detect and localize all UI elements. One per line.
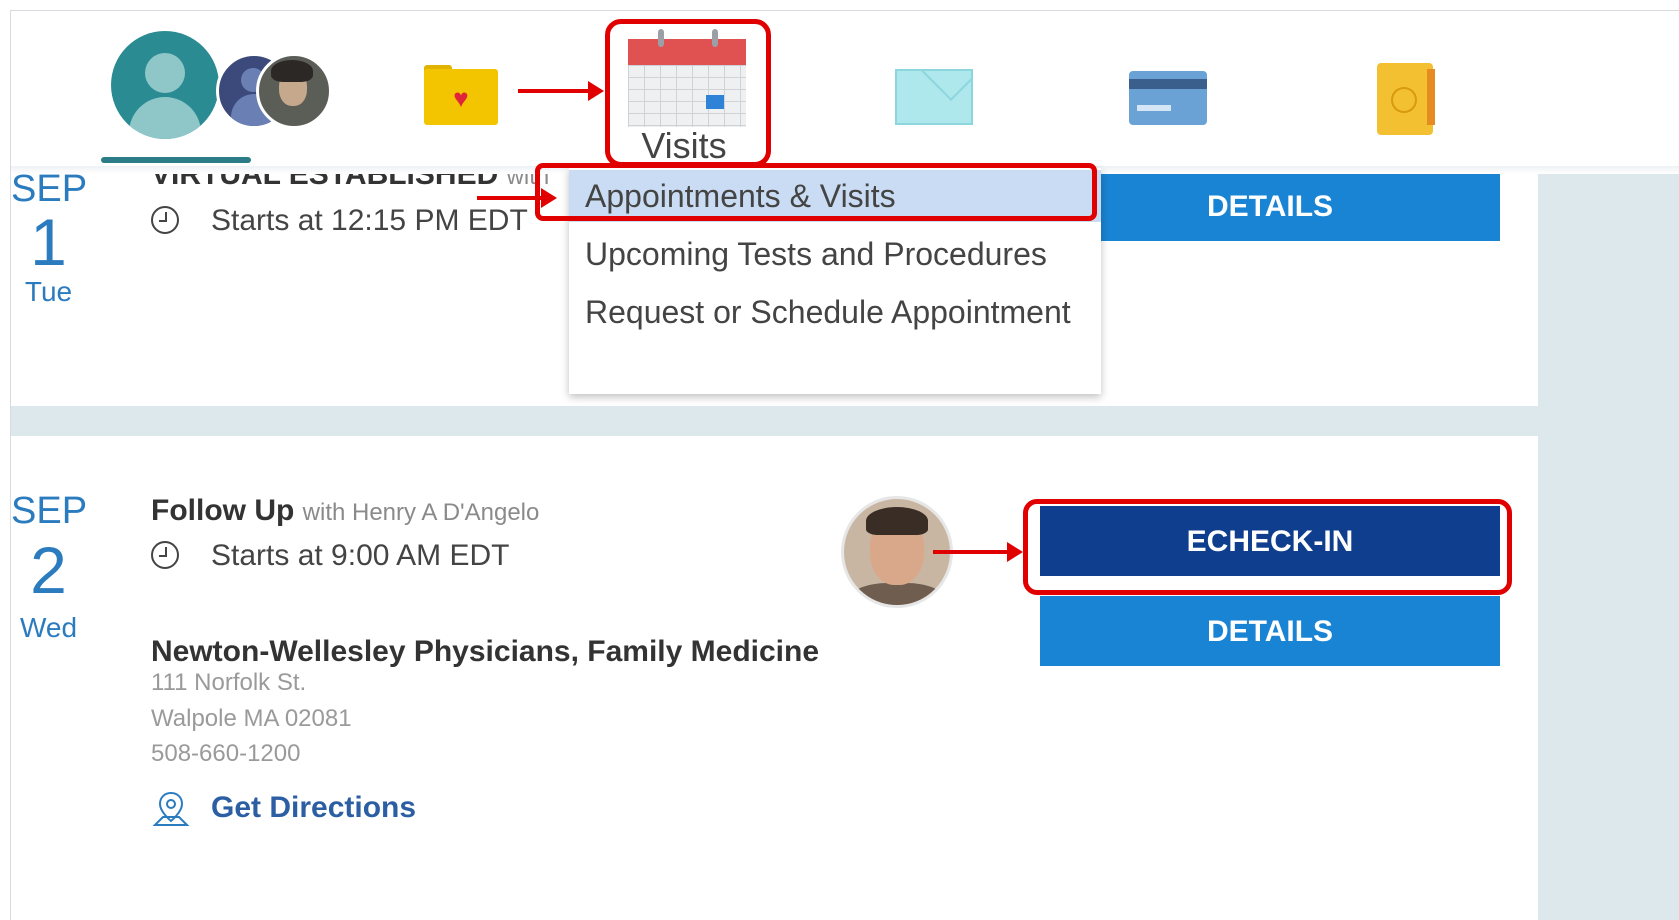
clock-icon bbox=[151, 541, 179, 569]
billing-card-icon[interactable] bbox=[1129, 71, 1207, 125]
appointment-provider: with Henry A D'Angelo bbox=[302, 499, 540, 526]
appointment-month: SEP bbox=[11, 490, 88, 532]
appointment-start-time: Starts at 12:15 PM EDT bbox=[211, 204, 528, 237]
appointment-weekday: Wed bbox=[19, 612, 78, 643]
patient-avatar-icon[interactable] bbox=[111, 31, 219, 139]
appointment-title: Follow Up with Henry A D'Angelo bbox=[151, 493, 539, 531]
location-address-line1: 111 Norfolk St. bbox=[151, 669, 307, 696]
menu-item-upcoming-tests[interactable]: Upcoming Tests and Procedures bbox=[569, 228, 1101, 280]
annotation-arrow bbox=[477, 188, 557, 208]
proxy-photo-avatar[interactable] bbox=[256, 53, 332, 129]
appointment-start-time: Starts at 9:00 AM EDT bbox=[211, 539, 510, 572]
active-tab-indicator bbox=[101, 157, 251, 163]
location-phone: 508-660-1200 bbox=[151, 740, 301, 767]
clock-icon bbox=[151, 206, 179, 234]
details-button[interactable]: DETAILS bbox=[1040, 171, 1500, 241]
annotation-arrow bbox=[518, 81, 604, 101]
app-frame: SEP 1 Tue VIRTUAL ESTABLISHED with Start… bbox=[10, 10, 1679, 920]
map-pin-icon[interactable] bbox=[151, 789, 191, 829]
appointment-weekday: Tue bbox=[24, 276, 73, 307]
echeck-highlight-box bbox=[1023, 499, 1512, 595]
menu-highlight-box bbox=[535, 163, 1097, 221]
location-address-line2: Walpole MA 02081 bbox=[151, 705, 352, 732]
appointment-day: 2 bbox=[30, 533, 67, 607]
menu-item-request-appointment[interactable]: Request or Schedule Appointment bbox=[569, 286, 1101, 338]
appointment-month: SEP bbox=[11, 168, 88, 210]
top-nav: ♥ Visits bbox=[11, 11, 1679, 167]
appointment-day: 1 bbox=[30, 205, 67, 279]
appointment-type: Follow Up bbox=[151, 494, 295, 527]
annotation-arrow bbox=[933, 542, 1023, 562]
visits-highlight-box bbox=[605, 19, 771, 167]
resources-book-icon[interactable] bbox=[1377, 63, 1435, 135]
details-button[interactable]: DETAILS bbox=[1040, 596, 1500, 666]
messages-icon[interactable] bbox=[895, 69, 973, 125]
location-name: Newton-Wellesley Physicians, Family Medi… bbox=[151, 635, 820, 668]
health-folder-icon[interactable]: ♥ bbox=[424, 65, 498, 125]
get-directions-link[interactable]: Get Directions bbox=[211, 791, 416, 825]
